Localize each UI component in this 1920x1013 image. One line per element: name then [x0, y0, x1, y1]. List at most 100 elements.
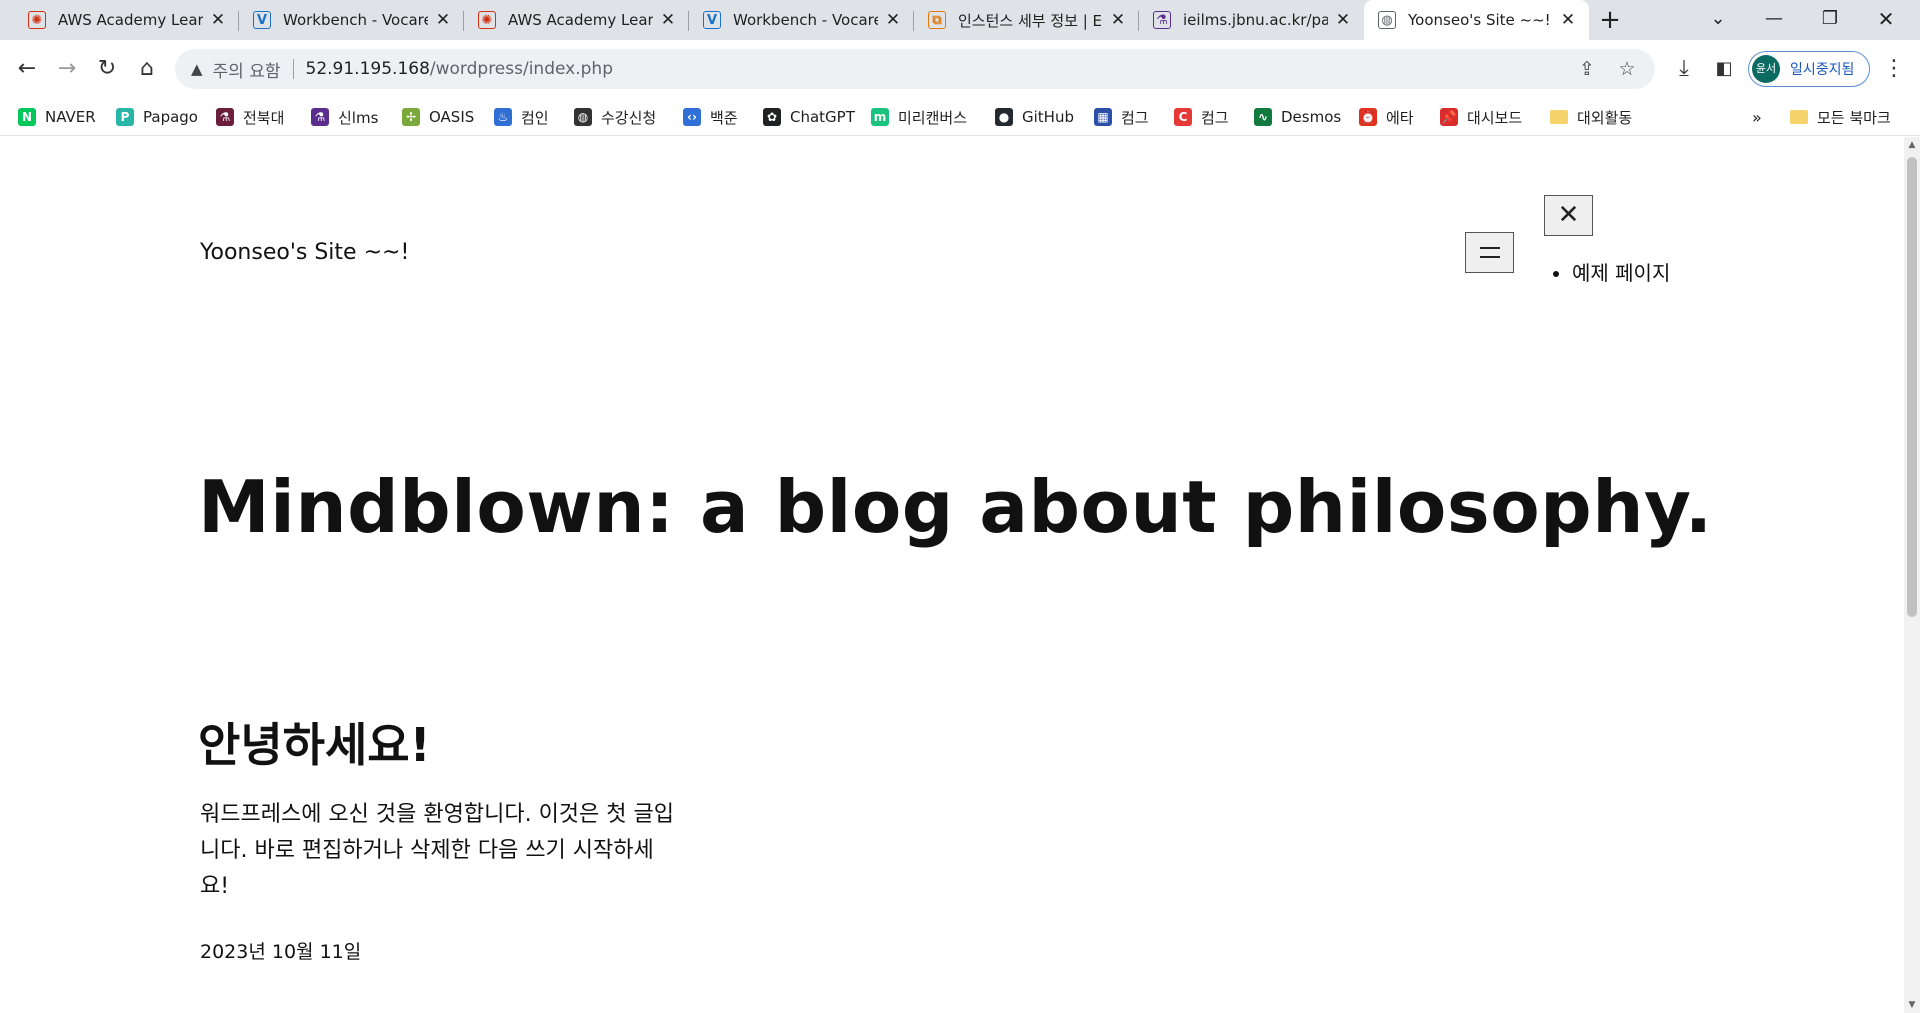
globe-icon: ◍ [574, 108, 592, 126]
bookmark-item[interactable]: ‹› 백준 [683, 98, 738, 136]
hero-heading: Mindblown: a blog about philosophy. [198, 465, 1713, 549]
pin-icon: 📌 [1440, 108, 1458, 126]
divider [292, 59, 294, 79]
bookmark-label: 에타 [1386, 108, 1414, 127]
bookmark-label: GitHub [1022, 108, 1074, 126]
scrollbar-thumb[interactable] [1907, 157, 1917, 617]
overflow-chevron-icon: » [1752, 107, 1762, 127]
tab-close-icon[interactable]: ✕ [659, 11, 677, 29]
url-host[interactable]: 52.91.195.168 [306, 59, 430, 79]
calendar-icon: ▦ [1094, 108, 1112, 126]
naver-icon: N [18, 108, 36, 126]
globe-icon: ◍ [1378, 11, 1396, 29]
warning-icon[interactable]: ▲ [191, 60, 203, 78]
tab-title: 인스턴스 세부 정보 | EC2 [958, 11, 1103, 30]
minimize-button[interactable]: — [1746, 0, 1802, 40]
scrollbar[interactable]: ▲ ▼ [1904, 137, 1920, 1013]
bookmark-item[interactable]: P Papago [116, 98, 198, 136]
bookmark-item[interactable]: ♨ 컴인 [494, 98, 549, 136]
url-path[interactable]: /wordpress/index.php [430, 59, 613, 79]
aws-academy-icon: ✺ [478, 11, 496, 29]
browser-tab[interactable]: V Workbench - Vocareum ✕ [689, 0, 914, 40]
folder-icon [1790, 110, 1808, 124]
c-icon: C [1174, 108, 1192, 126]
vocareum-icon: V [253, 11, 271, 29]
bookmark-star-icon[interactable]: ☆ [1615, 57, 1639, 81]
close-window-button[interactable]: ✕ [1858, 0, 1914, 40]
tab-close-icon[interactable]: ✕ [884, 11, 902, 29]
tab-close-icon[interactable]: ✕ [434, 11, 452, 29]
bookmark-item[interactable]: ✢ OASIS [402, 98, 474, 136]
bookmark-item[interactable]: 📌 대시보드 [1440, 98, 1522, 136]
tab-search-icon[interactable]: ⌄ [1690, 0, 1746, 40]
scroll-up-icon[interactable]: ▲ [1904, 137, 1920, 153]
bookmark-item[interactable]: ⚗ 신lms [311, 98, 378, 136]
ec2-icon: ⧉ [928, 11, 946, 29]
browser-tab[interactable]: ✺ AWS Academy Learner Lab ✕ [464, 0, 689, 40]
bookmark-item[interactable]: ◍ 수강신청 [574, 98, 656, 136]
browser-toolbar: ← → ↻ ⌂ ▲ 주의 요함 52.91.195.168 /wordpress… [0, 40, 1920, 98]
post-date[interactable]: 2023년 10월 11일 [200, 937, 361, 964]
bookmark-item[interactable]: 대외활동 [1550, 98, 1632, 136]
all-bookmarks-button[interactable]: 모든 북마크 [1790, 98, 1891, 136]
bookmark-label: 미리캔버스 [898, 108, 968, 127]
reload-button[interactable]: ↻ [91, 53, 123, 85]
post-title-link[interactable]: 안녕하세요! [198, 709, 431, 775]
nav-item-sample-page[interactable]: 예제 페이지 [1572, 257, 1670, 286]
browser-tab[interactable]: V Workbench - Vocareum ✕ [239, 0, 464, 40]
menu-open-button[interactable] [1465, 232, 1514, 273]
profile-button[interactable]: 윤서 일시중지됨 [1748, 51, 1870, 87]
bookmark-item[interactable]: ● GitHub [995, 98, 1074, 136]
site-title-link[interactable]: Yoonseo's Site ~~! [200, 240, 409, 265]
bookmarks-overflow-button[interactable]: » [1752, 98, 1762, 136]
bookmark-label: 컴그 [1201, 108, 1229, 127]
folder-icon [1550, 110, 1568, 124]
address-bar[interactable]: ▲ 주의 요함 52.91.195.168 /wordpress/index.p… [175, 49, 1655, 89]
browser-tab[interactable]: ◍ Yoonseo's Site ~~! ✕ [1364, 0, 1589, 40]
bookmark-label: OASIS [429, 108, 475, 126]
everytime-icon: ⏰ [1359, 108, 1377, 126]
bookmark-item[interactable]: ∿ Desmos [1254, 98, 1341, 136]
security-warning-label[interactable]: 주의 요함 [213, 57, 281, 82]
tab-strip: ✺ AWS Academy Learner Lab ✕ V Workbench - Vo… [0, 0, 1920, 40]
hamburger-icon [1479, 247, 1500, 249]
browser-tab[interactable]: ⚗ ieilms.jbnu.ac.kr/paper ✕ [1139, 0, 1364, 40]
tab-close-icon[interactable]: ✕ [1109, 11, 1127, 29]
papago-icon: P [116, 108, 134, 126]
new-tab-button[interactable]: + [1594, 5, 1626, 37]
restore-button[interactable]: ❐ [1802, 0, 1858, 40]
home-button[interactable]: ⌂ [131, 53, 163, 85]
browser-tab[interactable]: ✺ AWS Academy Learner Lab ✕ [14, 0, 239, 40]
forward-button[interactable]: → [51, 53, 83, 85]
tab-title: AWS Academy Learner Lab [508, 11, 653, 29]
bookmark-item[interactable]: ⏰ 에타 [1359, 98, 1414, 136]
bookmark-item[interactable]: ✿ ChatGPT [763, 98, 855, 136]
all-bookmarks-label: 모든 북마크 [1817, 108, 1891, 127]
tab-close-icon[interactable]: ✕ [1334, 11, 1352, 29]
download-icon[interactable]: ⤓ [1668, 53, 1700, 85]
bookmark-label: 전북대 [243, 108, 285, 127]
menu-kebab-icon[interactable]: ⋮ [1878, 53, 1910, 85]
side-panel-icon[interactable]: ◧ [1708, 53, 1740, 85]
bookmark-label: 컴그 [1121, 108, 1149, 127]
lms-icon: ⚗ [311, 108, 329, 126]
bookmark-item[interactable]: C 컴그 [1174, 98, 1229, 136]
tab-close-icon[interactable]: ✕ [209, 11, 227, 29]
back-button[interactable]: ← [11, 53, 43, 85]
tab-close-icon[interactable]: ✕ [1559, 11, 1577, 29]
page-viewport: Yoonseo's Site ~~! ✕ 예제 페이지 Mindblown: a… [0, 137, 1904, 1013]
share-icon[interactable]: ⇪ [1575, 57, 1599, 81]
chatgpt-icon: ✿ [763, 108, 781, 126]
tab-title: AWS Academy Learner Lab [58, 11, 203, 29]
bookmark-label: Desmos [1281, 108, 1342, 126]
menu-close-button[interactable]: ✕ [1544, 195, 1593, 236]
bookmark-item[interactable]: m 미리캔버스 [871, 98, 967, 136]
bookmark-label: 백준 [710, 108, 738, 127]
bookmark-item[interactable]: ▦ 컴그 [1094, 98, 1149, 136]
browser-tab[interactable]: ⧉ 인스턴스 세부 정보 | EC2 ✕ [914, 0, 1139, 40]
bookmark-item[interactable]: N NAVER [18, 98, 96, 136]
scroll-down-icon[interactable]: ▼ [1904, 997, 1920, 1013]
bookmark-item[interactable]: ⚗ 전북대 [216, 98, 284, 136]
tab-title: Workbench - Vocareum [283, 11, 428, 29]
bookmark-label: 컴인 [521, 108, 549, 127]
